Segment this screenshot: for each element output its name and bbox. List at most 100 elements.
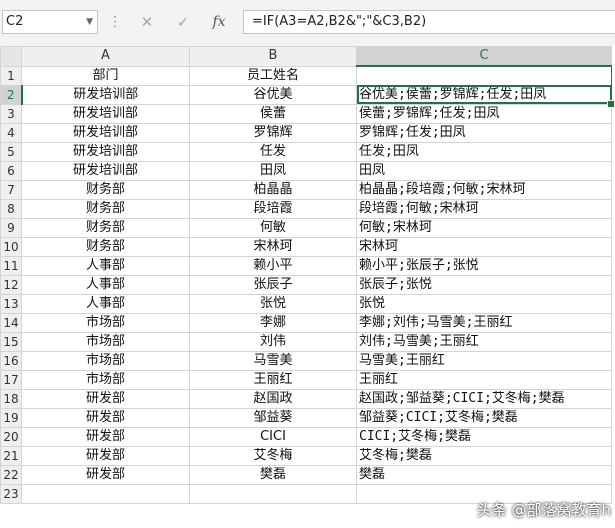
cell-b[interactable] <box>189 483 357 504</box>
cell-c[interactable]: 王丽红 <box>356 369 612 390</box>
cell-b[interactable]: 赖小平 <box>189 255 357 276</box>
cell-a[interactable]: 研发培训部 <box>21 160 190 181</box>
column-header-c[interactable]: C <box>356 46 612 67</box>
name-box[interactable]: C2 ▼ <box>2 10 98 34</box>
more-options-icon[interactable]: ⋮ <box>108 10 122 34</box>
cell-c[interactable]: 段培霞;何敏;宋林珂 <box>356 198 612 219</box>
cell-c[interactable]: 张辰子;张悦 <box>356 274 612 295</box>
cell-c[interactable]: CICI;艾冬梅;樊磊 <box>356 426 612 447</box>
cell-b[interactable]: 艾冬梅 <box>189 445 357 466</box>
fill-handle[interactable] <box>607 99 615 108</box>
cell-b[interactable]: 段培霞 <box>189 198 357 219</box>
column-header-a[interactable]: A <box>21 46 190 67</box>
cell-b[interactable]: 柏晶晶 <box>189 179 357 200</box>
cell-c[interactable] <box>356 65 612 86</box>
chevron-down-icon[interactable]: ▼ <box>86 11 93 33</box>
cell-c[interactable]: 柏晶晶;段培霞;何敏;宋林珂 <box>356 179 612 200</box>
cell-a[interactable]: 研发培训部 <box>21 141 190 162</box>
cell-a[interactable]: 研发培训部 <box>21 84 190 105</box>
row-header[interactable]: 9 <box>0 217 22 238</box>
row-header[interactable]: 14 <box>0 312 22 333</box>
row-header[interactable]: 15 <box>0 331 22 352</box>
cell-b[interactable]: 邹益葵 <box>189 407 357 428</box>
cell-c[interactable]: 任发;田凤 <box>356 141 612 162</box>
cell-c[interactable]: 李娜;刘伟;马雪美;王丽红 <box>356 312 612 333</box>
cell-c[interactable]: 宋林珂 <box>356 236 612 257</box>
cell-b[interactable]: 赵国政 <box>189 388 357 409</box>
cell-b[interactable]: 张辰子 <box>189 274 357 295</box>
cell-b[interactable]: 谷优美 <box>189 84 357 105</box>
cell-c[interactable]: 邹益葵;CICI;艾冬梅;樊磊 <box>356 407 612 428</box>
cell-a[interactable]: 研发培训部 <box>21 122 190 143</box>
cell-b[interactable]: 樊磊 <box>189 464 357 485</box>
cell-b[interactable]: 刘伟 <box>189 331 357 352</box>
cell-c[interactable]: 樊磊 <box>356 464 612 485</box>
cell-a[interactable]: 研发部 <box>21 464 190 485</box>
cell-b[interactable]: 任发 <box>189 141 357 162</box>
row-header[interactable]: 22 <box>0 464 22 485</box>
cell-b[interactable]: 王丽红 <box>189 369 357 390</box>
row-header[interactable]: 16 <box>0 350 22 371</box>
cell-c[interactable]: 艾冬梅;樊磊 <box>356 445 612 466</box>
cell-a[interactable]: 市场部 <box>21 312 190 333</box>
cell-a[interactable]: 部门 <box>21 65 190 86</box>
row-header[interactable]: 12 <box>0 274 22 295</box>
cell-a[interactable]: 研发部 <box>21 388 190 409</box>
cancel-icon[interactable]: ✕ <box>134 10 160 34</box>
row-header[interactable]: 10 <box>0 236 22 257</box>
column-header-b[interactable]: B <box>189 46 357 67</box>
row-header[interactable]: 13 <box>0 293 22 314</box>
row-header[interactable]: 4 <box>0 122 22 143</box>
confirm-icon[interactable]: ✓ <box>170 10 196 34</box>
cell-a[interactable]: 研发部 <box>21 426 190 447</box>
cell-a[interactable]: 人事部 <box>21 274 190 295</box>
cell-a[interactable]: 人事部 <box>21 293 190 314</box>
cell-c[interactable]: 马雪美;王丽红 <box>356 350 612 371</box>
cell-c[interactable]: 何敏;宋林珂 <box>356 217 612 238</box>
cell-c[interactable]: 侯蕾;罗锦辉;任发;田凤 <box>356 103 612 124</box>
cell-a[interactable]: 财务部 <box>21 179 190 200</box>
cell-a[interactable]: 市场部 <box>21 369 190 390</box>
row-header[interactable]: 21 <box>0 445 22 466</box>
cell-a[interactable]: 研发部 <box>21 445 190 466</box>
cell-b[interactable]: 何敏 <box>189 217 357 238</box>
cell-b[interactable]: 张悦 <box>189 293 357 314</box>
cell-c[interactable]: 刘伟;马雪美;王丽红 <box>356 331 612 352</box>
row-header[interactable]: 20 <box>0 426 22 447</box>
cell-a[interactable]: 财务部 <box>21 217 190 238</box>
cell-a[interactable] <box>21 483 190 504</box>
cell-b[interactable]: 田凤 <box>189 160 357 181</box>
cell-c[interactable]: 赵国政;邹益葵;CICI;艾冬梅;樊磊 <box>356 388 612 409</box>
cell-c[interactable]: 罗锦辉;任发;田凤 <box>356 122 612 143</box>
row-header[interactable]: 18 <box>0 388 22 409</box>
row-header[interactable]: 5 <box>0 141 22 162</box>
row-header[interactable]: 7 <box>0 179 22 200</box>
cell-b[interactable]: CICI <box>189 426 357 447</box>
row-header[interactable]: 17 <box>0 369 22 390</box>
row-header[interactable]: 8 <box>0 198 22 219</box>
row-header[interactable]: 2 <box>0 84 23 105</box>
row-header[interactable]: 3 <box>0 103 22 124</box>
cell-c[interactable]: 谷优美;侯蕾;罗锦辉;任发;田凤 <box>356 84 615 108</box>
cell-b[interactable]: 罗锦辉 <box>189 122 357 143</box>
cell-a[interactable]: 市场部 <box>21 331 190 352</box>
cell-b[interactable]: 马雪美 <box>189 350 357 371</box>
cell-a[interactable]: 财务部 <box>21 236 190 257</box>
formula-input[interactable]: =IF(A3=A2,B2&";"&C3,B2) <box>244 10 615 34</box>
cell-b[interactable]: 李娜 <box>189 312 357 333</box>
row-header[interactable]: 6 <box>0 160 22 181</box>
cell-a[interactable]: 研发部 <box>21 407 190 428</box>
cell-b[interactable]: 宋林珂 <box>189 236 357 257</box>
select-all-corner[interactable] <box>0 46 22 67</box>
insert-function-icon[interactable]: fx <box>206 10 232 34</box>
row-header[interactable]: 19 <box>0 407 22 428</box>
row-header[interactable]: 11 <box>0 255 22 276</box>
cell-a[interactable]: 财务部 <box>21 198 190 219</box>
cell-c[interactable]: 田凤 <box>356 160 612 181</box>
cell-c[interactable]: 赖小平;张辰子;张悦 <box>356 255 612 276</box>
cell-a[interactable]: 研发培训部 <box>21 103 190 124</box>
cell-c[interactable]: 张悦 <box>356 293 612 314</box>
row-header[interactable]: 1 <box>0 65 22 86</box>
cell-a[interactable]: 人事部 <box>21 255 190 276</box>
cell-a[interactable]: 市场部 <box>21 350 190 371</box>
